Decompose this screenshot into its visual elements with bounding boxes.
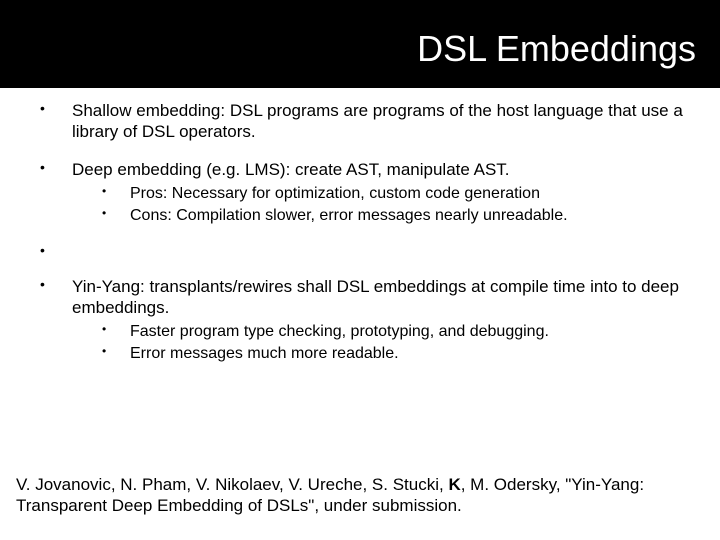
- citation-pre: V. Jovanovic, N. Pham, V. Nikolaev, V. U…: [16, 475, 448, 494]
- slide-content: Shallow embedding: DSL programs are prog…: [0, 88, 720, 364]
- sub-bullet-errors: Error messages much more readable.: [72, 344, 694, 364]
- bullet-shallow: Shallow embedding: DSL programs are prog…: [26, 100, 694, 143]
- bullet-text: Yin-Yang: transplants/rewires shall DSL …: [72, 277, 679, 317]
- bullet-text: Shallow embedding: DSL programs are prog…: [72, 101, 683, 141]
- sub-bullet-faster: Faster program type checking, prototypin…: [72, 322, 694, 342]
- title-bar: DSL Embeddings: [0, 0, 720, 88]
- sub-list-yinyang: Faster program type checking, prototypin…: [72, 322, 694, 364]
- slide-title: DSL Embeddings: [417, 28, 696, 69]
- citation: V. Jovanovic, N. Pham, V. Nikolaev, V. U…: [16, 474, 692, 517]
- spacer: [26, 242, 694, 276]
- sub-list-deep: Pros: Necessary for optimization, custom…: [72, 184, 694, 226]
- sub-bullet-text: Pros: Necessary for optimization, custom…: [130, 185, 540, 202]
- slide: DSL Embeddings Shallow embedding: DSL pr…: [0, 0, 720, 540]
- sub-bullet-pros: Pros: Necessary for optimization, custom…: [72, 184, 694, 204]
- sub-bullet-text: Error messages much more readable.: [130, 345, 399, 362]
- sub-bullet-text: Faster program type checking, prototypin…: [130, 323, 549, 340]
- bullet-deep: Deep embedding (e.g. LMS): create AST, m…: [26, 159, 694, 226]
- bullet-list: Shallow embedding: DSL programs are prog…: [26, 100, 694, 364]
- bullet-text: Deep embedding (e.g. LMS): create AST, m…: [72, 160, 510, 179]
- citation-bold: K: [448, 475, 460, 494]
- sub-bullet-cons: Cons: Compilation slower, error messages…: [72, 206, 694, 226]
- bullet-yinyang: Yin-Yang: transplants/rewires shall DSL …: [26, 276, 694, 365]
- sub-bullet-text: Cons: Compilation slower, error messages…: [130, 207, 568, 224]
